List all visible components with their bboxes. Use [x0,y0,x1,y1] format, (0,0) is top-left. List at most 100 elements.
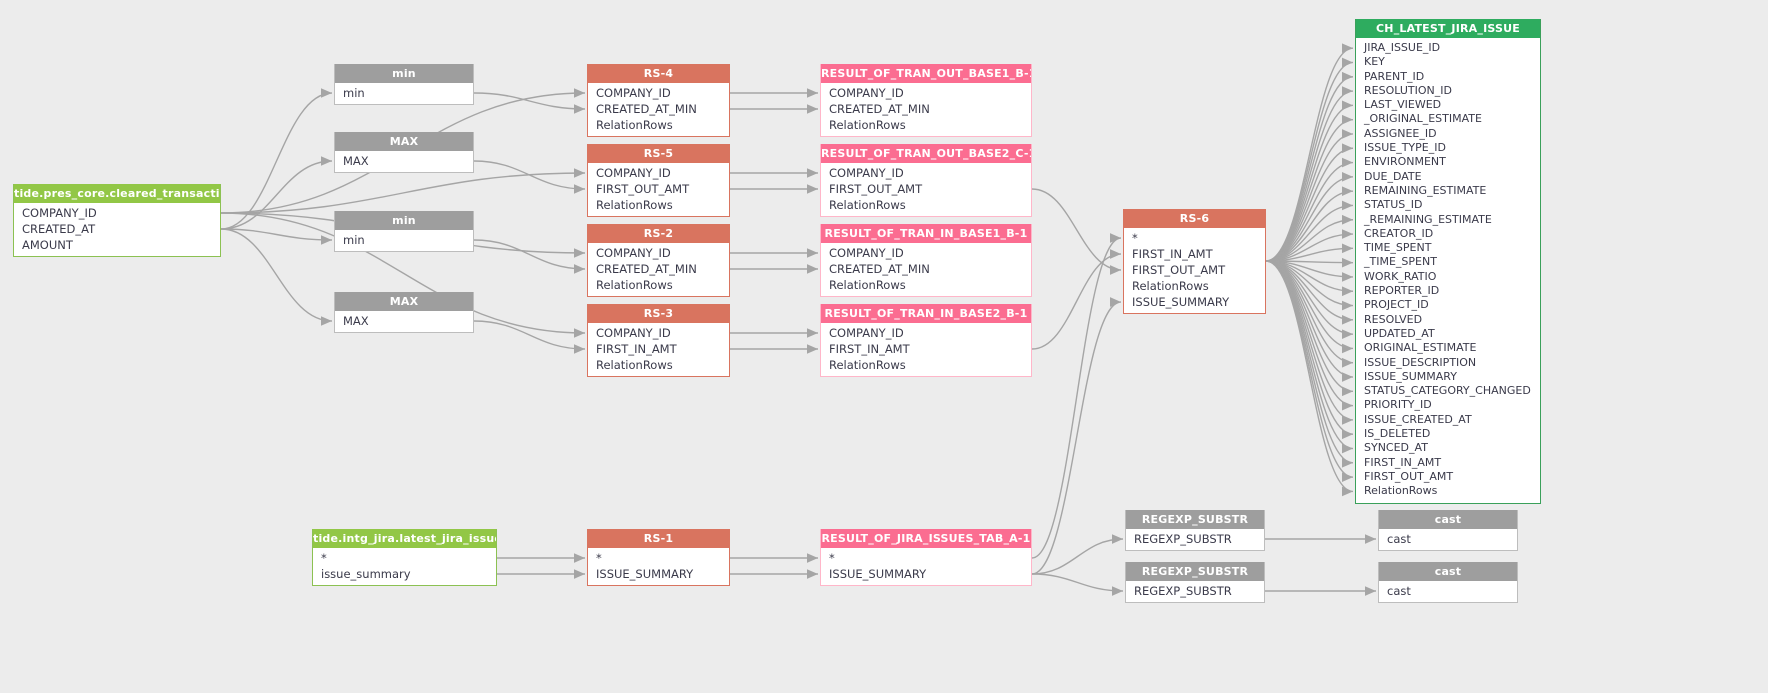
node-field[interactable]: ISSUE_SUMMARY [588,566,729,582]
node-src_jira[interactable]: tide.intg_jira.latest_jira_issues * issue_… [312,529,497,586]
node-field[interactable]: FIRST_OUT_AMT [588,181,729,197]
node-regexp_1[interactable]: REGEXP_SUBSTR REGEXP_SUBSTR [1125,510,1265,551]
node-field[interactable]: RESOLVED [1356,313,1540,327]
node-field[interactable]: ISSUE_DESCRIPTION [1356,356,1540,370]
node-field[interactable]: * [1124,230,1265,246]
node-field[interactable]: RESOLUTION_ID [1356,84,1540,98]
node-field[interactable]: COMPANY_ID [588,245,729,261]
node-field[interactable]: * [588,550,729,566]
node-field[interactable]: cast [1379,583,1517,599]
node-field[interactable]: COMPANY_ID [588,85,729,101]
node-field[interactable]: ISSUE_SUMMARY [1124,294,1265,310]
node-field[interactable]: TIME_SPENT [1356,241,1540,255]
node-field[interactable]: STATUS_ID [1356,198,1540,212]
node-res_jira[interactable]: RESULT_OF_JIRA_ISSUES_TAB_A-1 * ISSUE_SUMM… [820,529,1032,586]
node-field[interactable]: RelationRows [588,277,729,293]
node-rs2[interactable]: RS-2 COMPANY_ID CREATED_AT_MIN RelationRows [587,224,730,297]
node-field[interactable]: DUE_DATE [1356,170,1540,184]
node-src_tran[interactable]: tide.pres_core.cleared_transactions COMPA… [13,184,221,257]
node-field[interactable]: CREATED_AT_MIN [821,101,1031,117]
node-field[interactable]: ISSUE_TYPE_ID [1356,141,1540,155]
node-field[interactable]: REGEXP_SUBSTR [1126,531,1264,547]
node-rs5[interactable]: RS-5 COMPANY_ID FIRST_OUT_AMT RelationRows [587,144,730,217]
node-res_out_b2[interactable]: RESULT_OF_TRAN_OUT_BASE2_C-1 COMPANY_ID FI… [820,144,1032,217]
node-field[interactable]: COMPANY_ID [821,165,1031,181]
node-field[interactable]: REGEXP_SUBSTR [1126,583,1264,599]
node-field[interactable]: * [313,550,496,566]
node-fn_max_1[interactable]: MAX MAX [334,132,474,173]
node-field[interactable]: PARENT_ID [1356,70,1540,84]
node-field[interactable]: PROJECT_ID [1356,298,1540,312]
node-field[interactable]: FIRST_IN_AMT [1356,456,1540,470]
node-field[interactable]: AMOUNT [14,237,220,253]
node-rs1[interactable]: RS-1 * ISSUE_SUMMARY [587,529,730,586]
node-field[interactable]: FIRST_OUT_AMT [1124,262,1265,278]
node-field[interactable]: CREATED_AT [14,221,220,237]
node-field[interactable]: COMPANY_ID [588,325,729,341]
node-field[interactable]: _TIME_SPENT [1356,255,1540,269]
node-field[interactable]: ENVIRONMENT [1356,155,1540,169]
node-field[interactable]: COMPANY_ID [821,325,1031,341]
node-field[interactable]: COMPANY_ID [14,205,220,221]
node-field[interactable]: CREATOR_ID [1356,227,1540,241]
node-field[interactable]: FIRST_IN_AMT [821,341,1031,357]
node-field[interactable]: REMAINING_ESTIMATE [1356,184,1540,198]
node-field[interactable]: FIRST_IN_AMT [588,341,729,357]
node-field[interactable]: REPORTER_ID [1356,284,1540,298]
node-field[interactable]: STATUS_CATEGORY_CHANGED [1356,384,1540,398]
node-field[interactable]: ASSIGNEE_ID [1356,127,1540,141]
node-field[interactable]: JIRA_ISSUE_ID [1356,41,1540,55]
node-field[interactable]: FIRST_OUT_AMT [821,181,1031,197]
node-field[interactable]: COMPANY_ID [588,165,729,181]
node-fn_max_2[interactable]: MAX MAX [334,292,474,333]
node-res_out_b1[interactable]: RESULT_OF_TRAN_OUT_BASE1_B-1 COMPANY_ID CR… [820,64,1032,137]
node-field[interactable]: CREATED_AT_MIN [588,101,729,117]
node-rs6[interactable]: RS-6 * FIRST_IN_AMT FIRST_OUT_AMT RelationRo… [1123,209,1266,314]
node-fn_min_1[interactable]: min min [334,64,474,105]
node-field[interactable]: ISSUE_SUMMARY [821,566,1031,582]
node-field[interactable]: CREATED_AT_MIN [588,261,729,277]
node-field[interactable]: issue_summary [313,566,496,582]
node-field[interactable]: UPDATED_AT [1356,327,1540,341]
node-cast_2[interactable]: cast cast [1378,562,1518,603]
node-field[interactable]: RelationRows [588,117,729,133]
node-field[interactable]: * [821,550,1031,566]
node-fn_min_2[interactable]: min min [334,211,474,252]
node-regexp_2[interactable]: REGEXP_SUBSTR REGEXP_SUBSTR [1125,562,1265,603]
node-res_in_b1[interactable]: RESULT_OF_TRAN_IN_BASE1_B-1 COMPANY_ID CRE… [820,224,1032,297]
node-field[interactable]: MAX [335,313,473,329]
node-field[interactable]: KEY [1356,55,1540,69]
node-field[interactable]: cast [1379,531,1517,547]
node-field[interactable]: RelationRows [821,277,1031,293]
node-cast_1[interactable]: cast cast [1378,510,1518,551]
node-field[interactable]: _ORIGINAL_ESTIMATE [1356,112,1540,126]
node-field[interactable]: ISSUE_CREATED_AT [1356,413,1540,427]
node-field[interactable]: RelationRows [1124,278,1265,294]
node-field[interactable]: _REMAINING_ESTIMATE [1356,213,1540,227]
lineage-canvas[interactable]: tide.pres_core.cleared_transactions COMPA… [0,0,1768,693]
node-field[interactable]: min [335,85,473,101]
node-field[interactable]: LAST_VIEWED [1356,98,1540,112]
node-field[interactable]: ORIGINAL_ESTIMATE [1356,341,1540,355]
node-field[interactable]: RelationRows [821,357,1031,373]
node-field[interactable]: PRIORITY_ID [1356,398,1540,412]
node-field[interactable]: CREATED_AT_MIN [821,261,1031,277]
node-field[interactable]: IS_DELETED [1356,427,1540,441]
node-field[interactable]: RelationRows [821,197,1031,213]
node-rs3[interactable]: RS-3 COMPANY_ID FIRST_IN_AMT RelationRows [587,304,730,377]
node-field[interactable]: ISSUE_SUMMARY [1356,370,1540,384]
node-field[interactable]: RelationRows [821,117,1031,133]
node-field[interactable]: WORK_RATIO [1356,270,1540,284]
node-field[interactable]: RelationRows [588,197,729,213]
node-field[interactable]: SYNCED_AT [1356,441,1540,455]
node-field[interactable]: COMPANY_ID [821,245,1031,261]
node-field[interactable]: min [335,232,473,248]
node-field[interactable]: RelationRows [1356,484,1540,498]
node-ch_latest[interactable]: CH_LATEST_JIRA_ISSUE JIRA_ISSUE_ID KEY PARE… [1355,19,1541,504]
node-field[interactable]: FIRST_IN_AMT [1124,246,1265,262]
node-res_in_b2[interactable]: RESULT_OF_TRAN_IN_BASE2_B-1 COMPANY_ID FIR… [820,304,1032,377]
node-rs4[interactable]: RS-4 COMPANY_ID CREATED_AT_MIN RelationRows [587,64,730,137]
node-field[interactable]: FIRST_OUT_AMT [1356,470,1540,484]
node-field[interactable]: RelationRows [588,357,729,373]
node-field[interactable]: COMPANY_ID [821,85,1031,101]
